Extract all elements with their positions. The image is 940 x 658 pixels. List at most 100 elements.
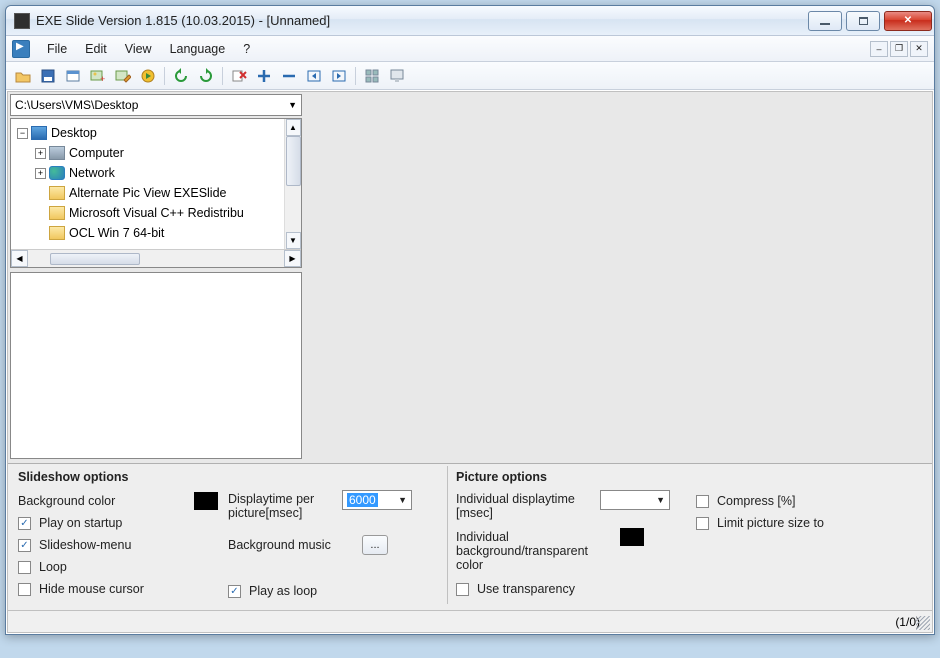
scroll-down-icon[interactable]: ▼ <box>286 232 301 249</box>
menu-view[interactable]: View <box>116 39 161 59</box>
tree-label: Desktop <box>51 126 97 140</box>
network-icon <box>49 166 65 180</box>
tree-label: Alternate Pic View EXESlide <box>69 186 227 200</box>
play-icon[interactable] <box>137 65 159 87</box>
tree-label: Microsoft Visual C++ Redistribu <box>69 206 244 220</box>
app-icon <box>14 13 30 29</box>
path-combo[interactable]: C:\Users\VMS\Desktop ▼ <box>10 94 302 116</box>
menubar: File Edit View Language ? – ❐ ✕ <box>6 36 934 62</box>
toolbar-separator <box>164 67 165 85</box>
chevron-down-icon: ▼ <box>656 495 665 505</box>
bgmusic-browse-button[interactable]: ... <box>362 535 388 555</box>
window-icon[interactable] <box>62 65 84 87</box>
play-as-loop-checkbox[interactable]: ✓ <box>228 585 241 598</box>
hide-cursor-checkbox[interactable] <box>18 583 31 596</box>
displaytime-combo[interactable]: 6000 ▼ <box>342 490 412 510</box>
loop-label: Loop <box>39 560 67 574</box>
toolbar: + <box>6 62 934 90</box>
tree-node-computer[interactable]: + Computer <box>13 143 299 163</box>
slideshow-title: Slideshow options <box>18 470 218 484</box>
folder-icon <box>49 226 65 240</box>
compress-checkbox[interactable] <box>696 495 709 508</box>
hide-cursor-label: Hide mouse cursor <box>39 582 144 596</box>
menu-help[interactable]: ? <box>234 39 259 59</box>
screen-icon[interactable] <box>386 65 408 87</box>
picture-edit-icon[interactable] <box>112 65 134 87</box>
use-transparency-label: Use transparency <box>477 582 575 596</box>
open-icon[interactable] <box>12 65 34 87</box>
maximize-button[interactable] <box>846 11 880 31</box>
tree-hscrollbar[interactable]: ◀ ▶ <box>11 249 301 267</box>
play-as-loop-label: Play as loop <box>249 584 317 598</box>
titlebar[interactable]: EXE Slide Version 1.815 (10.03.2015) - [… <box>6 6 934 36</box>
scroll-thumb[interactable] <box>50 253 140 265</box>
slideshow-menu-label: Slideshow-menu <box>39 538 131 552</box>
rotate-right-icon[interactable] <box>195 65 217 87</box>
folder-icon <box>49 206 65 220</box>
use-transparency-checkbox[interactable] <box>456 583 469 596</box>
ind-bg-swatch[interactable] <box>620 528 644 546</box>
tree-node-desktop[interactable]: − Desktop <box>13 123 299 143</box>
divider <box>447 466 448 604</box>
minimize-button[interactable] <box>808 11 842 31</box>
play-startup-checkbox[interactable]: ✓ <box>18 517 31 530</box>
subtract-icon[interactable] <box>278 65 300 87</box>
remove-icon[interactable] <box>228 65 250 87</box>
mdi-app-icon[interactable] <box>12 40 30 58</box>
save-icon[interactable] <box>37 65 59 87</box>
tree-node-folder[interactable]: OCL Win 7 64-bit <box>13 223 299 243</box>
tree-label: OCL Win 7 64-bit <box>69 226 164 240</box>
ind-bg-label: Individual background/transparent color <box>456 528 616 574</box>
picture-add-icon[interactable]: + <box>87 65 109 87</box>
scroll-up-icon[interactable]: ▲ <box>286 119 301 136</box>
scroll-right-icon[interactable]: ▶ <box>284 250 301 267</box>
status-bar: (1/0) <box>8 610 932 632</box>
collapse-icon[interactable]: − <box>17 128 28 139</box>
left-icon[interactable] <box>303 65 325 87</box>
limit-size-label: Limit picture size to <box>717 516 824 530</box>
file-list[interactable] <box>10 272 302 459</box>
tree-view[interactable]: ▲ ▼ − Desktop + <box>11 119 301 249</box>
mdi-minimize-button[interactable]: – <box>870 41 888 57</box>
bg-color-swatch[interactable] <box>194 492 218 510</box>
ind-display-combo[interactable]: ▼ <box>600 490 670 510</box>
picture-title: Picture options <box>456 470 686 484</box>
menu-file[interactable]: File <box>38 39 76 59</box>
computer-icon <box>49 146 65 160</box>
mdi-close-button[interactable]: ✕ <box>910 41 928 57</box>
add-icon[interactable] <box>253 65 275 87</box>
left-pane: C:\Users\VMS\Desktop ▼ ▲ ▼ − <box>8 92 308 463</box>
path-value: C:\Users\VMS\Desktop <box>15 98 138 112</box>
limit-size-checkbox[interactable] <box>696 517 709 530</box>
desktop-icon <box>31 126 47 140</box>
tree-label: Computer <box>69 146 124 160</box>
bg-color-label: Background color <box>18 492 115 510</box>
right-icon[interactable] <box>328 65 350 87</box>
grid-icon[interactable] <box>361 65 383 87</box>
tree-node-folder[interactable]: Alternate Pic View EXESlide <box>13 183 299 203</box>
expand-icon[interactable]: + <box>35 148 46 159</box>
compress-label: Compress [%] <box>717 494 796 508</box>
menu-edit[interactable]: Edit <box>76 39 116 59</box>
slideshow-menu-checkbox[interactable]: ✓ <box>18 539 31 552</box>
ind-display-label: Individual displaytime [msec] <box>456 490 596 522</box>
folder-tree: ▲ ▼ − Desktop + <box>10 118 302 268</box>
rotate-left-icon[interactable] <box>170 65 192 87</box>
tree-node-network[interactable]: + Network <box>13 163 299 183</box>
folder-icon <box>49 186 65 200</box>
bgmusic-label: Background music <box>228 536 358 554</box>
toolbar-separator <box>355 67 356 85</box>
toolbar-separator <box>222 67 223 85</box>
window-title: EXE Slide Version 1.815 (10.03.2015) - [… <box>36 13 804 28</box>
resize-grip[interactable] <box>916 616 930 630</box>
scroll-thumb[interactable] <box>286 136 301 186</box>
tree-vscrollbar[interactable]: ▲ ▼ <box>284 119 301 249</box>
scroll-left-icon[interactable]: ◀ <box>11 250 28 267</box>
expand-icon[interactable]: + <box>35 168 46 179</box>
chevron-down-icon: ▼ <box>288 100 297 110</box>
loop-checkbox[interactable] <box>18 561 31 574</box>
close-button[interactable]: ✕ <box>884 11 932 31</box>
mdi-restore-button[interactable]: ❐ <box>890 41 908 57</box>
tree-node-folder[interactable]: Microsoft Visual C++ Redistribu <box>13 203 299 223</box>
menu-language[interactable]: Language <box>161 39 235 59</box>
